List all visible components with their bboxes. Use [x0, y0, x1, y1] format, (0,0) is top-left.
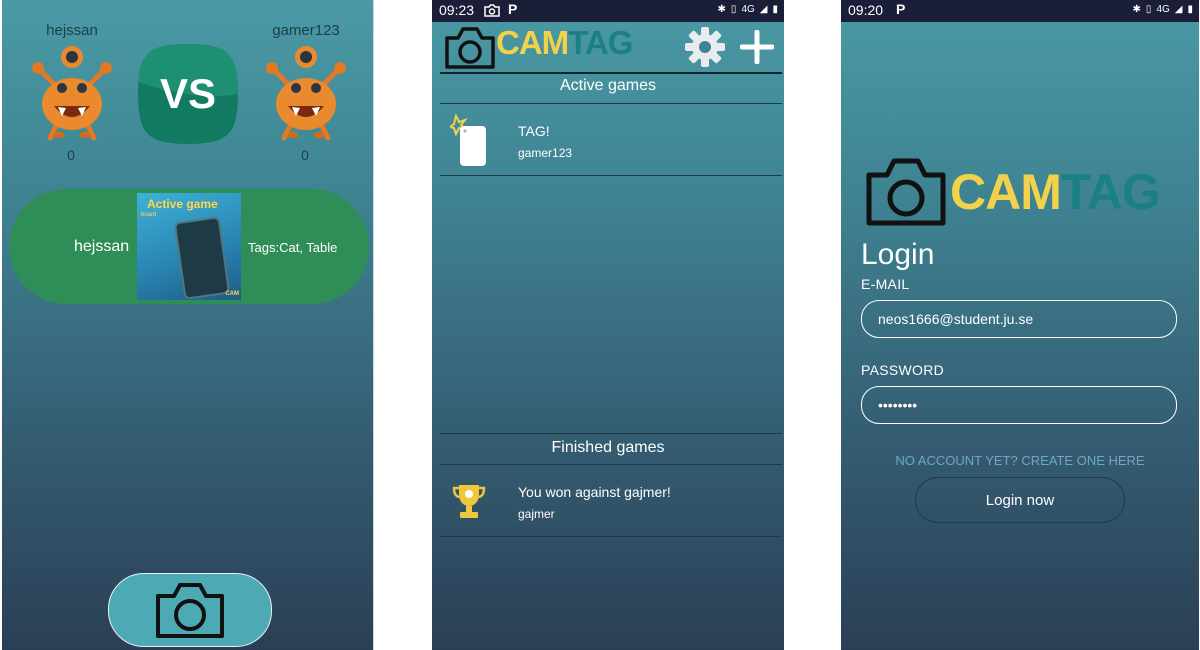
- player2-name: gamer123: [272, 22, 340, 39]
- vs-label: VS: [160, 70, 216, 117]
- signal-icon: ◢: [1174, 4, 1183, 15]
- game-card-tags: Tags:Cat, Table: [248, 240, 338, 255]
- status-time: 09:23: [439, 2, 475, 18]
- phone-tag-icon: [450, 114, 486, 166]
- active-game-row[interactable]: [440, 104, 782, 175]
- vibrate-icon: ▯: [730, 4, 737, 15]
- page-title: Login: [861, 238, 935, 271]
- status-bar: 09:23 P ✱ ▯ 4G ◢ ▮: [432, 0, 784, 22]
- network-type: 4G: [741, 4, 755, 15]
- games-list-screen: 09:23 P ✱ ▯ 4G ◢ ▮ CAMTAG Active games T…: [432, 0, 784, 650]
- camera-logo-icon: [445, 27, 495, 69]
- thumbnail-title: Active game: [147, 197, 218, 211]
- thumbnail-subtitle: board: [141, 212, 157, 218]
- divider: [440, 536, 782, 537]
- gear-icon[interactable]: [684, 26, 726, 68]
- finished-games-heading: Finished games: [551, 439, 665, 456]
- finished-game-title: You won against gajmer!: [518, 484, 671, 500]
- parking-app-icon: P: [896, 1, 906, 17]
- password-label: PASSWORD: [861, 362, 945, 378]
- logo-cam-text: CAM: [950, 164, 1062, 220]
- vibrate-icon: ▯: [1145, 4, 1152, 15]
- status-icons: ✱ ▯ 4G ◢ ▮: [1133, 4, 1193, 15]
- finished-game-opponent: gajmer: [518, 507, 555, 521]
- status-icons: ✱ ▯ 4G ◢ ▮: [718, 4, 778, 15]
- monster-avatar-icon: [32, 46, 112, 141]
- camera-icon: [156, 583, 224, 638]
- status-bar: 09:20 P ✱ ▯ 4G ◢ ▮: [841, 0, 1199, 22]
- active-games-heading: Active games: [559, 77, 657, 94]
- game-card-thumbnail[interactable]: Active game board CAM: [137, 193, 241, 300]
- network-type: 4G: [1156, 4, 1170, 15]
- versus-screen: hejssan gamer123 VS 0 0 hejssan Active g…: [2, 0, 374, 650]
- finished-game-row[interactable]: [440, 465, 782, 536]
- trophy-icon: [452, 485, 486, 518]
- camera-logo-icon: [866, 158, 946, 226]
- player1-score: 0: [67, 147, 75, 163]
- phone-image: [173, 216, 231, 300]
- login-button[interactable]: Login now: [915, 477, 1125, 523]
- player2-score: 0: [301, 147, 309, 163]
- vs-badge: VS: [138, 44, 238, 144]
- battery-icon: ▮: [772, 4, 778, 15]
- divider: [440, 433, 782, 434]
- divider: [440, 175, 782, 176]
- active-game-title: TAG!: [518, 123, 550, 139]
- bluetooth-icon: ✱: [717, 4, 726, 15]
- game-card-player: hejssan: [74, 238, 130, 255]
- email-label: E-MAIL: [861, 276, 910, 292]
- thumbnail-brand: CAM: [225, 291, 239, 297]
- app-logo: CAMTAG: [950, 163, 1161, 221]
- header-divider: [440, 72, 782, 74]
- player1-name: hejssan: [46, 22, 98, 39]
- logo-tag-text: TAG: [1060, 164, 1161, 220]
- monster-avatar-icon: [266, 46, 346, 141]
- status-time: 09:20: [848, 2, 884, 18]
- camera-notification-icon: [484, 4, 500, 17]
- app-logo: CAMTAG: [496, 24, 633, 62]
- camera-button[interactable]: [108, 573, 272, 647]
- logo-tag-text: TAG: [568, 24, 633, 61]
- login-screen: 09:20 P ✱ ▯ 4G ◢ ▮ CAMTAG Login E-MAIL P…: [841, 0, 1199, 650]
- plus-icon[interactable]: [740, 30, 774, 64]
- logo-cam-text: CAM: [496, 24, 569, 61]
- active-game-opponent: gamer123: [518, 146, 573, 160]
- battery-icon: ▮: [1187, 4, 1193, 15]
- parking-app-icon: P: [508, 1, 518, 17]
- email-field[interactable]: [861, 300, 1177, 338]
- bluetooth-icon: ✱: [1132, 4, 1141, 15]
- create-account-link[interactable]: NO ACCOUNT YET? CREATE ONE HERE: [841, 453, 1199, 468]
- password-field[interactable]: [861, 386, 1177, 424]
- signal-icon: ◢: [759, 4, 768, 15]
